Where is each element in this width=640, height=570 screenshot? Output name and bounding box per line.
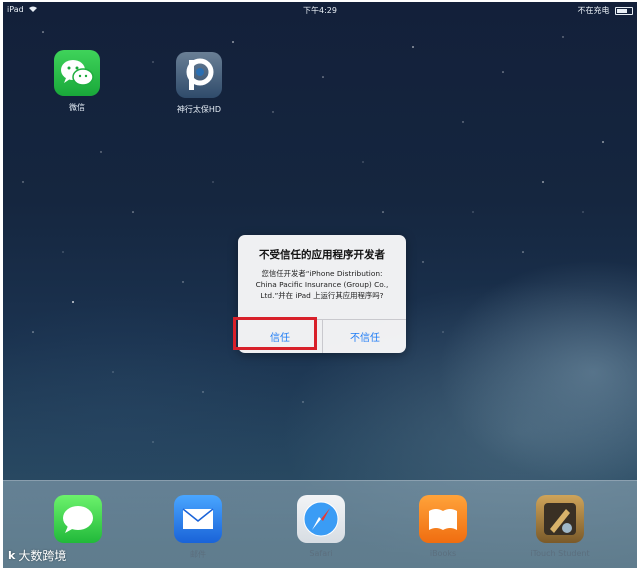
wechat-icon xyxy=(54,50,100,96)
safari-compass-icon xyxy=(297,495,345,543)
app-label: 邮件 xyxy=(190,550,206,559)
app-label: 微信 xyxy=(69,103,85,112)
charging-status: 不在充电 xyxy=(577,6,610,15)
app-cpic[interactable]: 神行太保HD xyxy=(164,52,234,115)
ibooks-icon xyxy=(419,495,467,543)
status-time: 下午4:29 xyxy=(303,6,337,15)
app-label: iTouch Student xyxy=(530,549,590,558)
alert-message-line: Ltd.”并在 iPad 上运行其应用程序吗? xyxy=(260,291,384,300)
status-right: 不在充电 xyxy=(577,5,633,16)
alert-message-line: China Pacific Insurance (Group) Co., xyxy=(255,280,389,289)
mail-icon xyxy=(174,495,222,543)
battery-icon xyxy=(615,6,633,15)
dock-app-messages[interactable] xyxy=(43,495,113,549)
dock-app-itouch-student[interactable]: iTouch Student xyxy=(525,495,595,558)
alert-message: 您信任开发者“iPhone Distribution: China Pacifi… xyxy=(246,268,398,301)
app-wechat[interactable]: 微信 xyxy=(42,50,112,113)
itouch-student-icon xyxy=(536,495,584,543)
ipad-screen: iPad 下午4:29 不在充电 微信 神行太保HD 邮件 Safari iBo… xyxy=(3,2,637,568)
trust-button-highlight xyxy=(233,317,317,350)
dock-app-mail[interactable]: 邮件 xyxy=(163,495,233,560)
dock: 邮件 Safari iBooks iTouch Student xyxy=(3,480,637,568)
app-label: iBooks xyxy=(429,549,457,558)
messages-icon xyxy=(54,495,102,543)
app-label: 神行太保HD xyxy=(176,105,222,114)
alert-message-line: 您信任开发者“iPhone Distribution: xyxy=(261,269,383,278)
status-bar: iPad 下午4:29 不在充电 xyxy=(3,2,637,16)
watermark-logo: k xyxy=(8,549,15,562)
dock-app-ibooks[interactable]: iBooks xyxy=(408,495,478,558)
alert-title: 不受信任的应用程序开发者 xyxy=(259,249,385,261)
watermark: k 大数跨境 xyxy=(8,547,66,564)
distrust-button[interactable]: 不信任 xyxy=(323,320,406,353)
app-label: Safari xyxy=(309,549,333,558)
dock-app-safari[interactable]: Safari xyxy=(286,495,356,558)
watermark-text: 大数跨境 xyxy=(18,549,67,563)
cpic-p-logo-icon xyxy=(176,52,222,98)
